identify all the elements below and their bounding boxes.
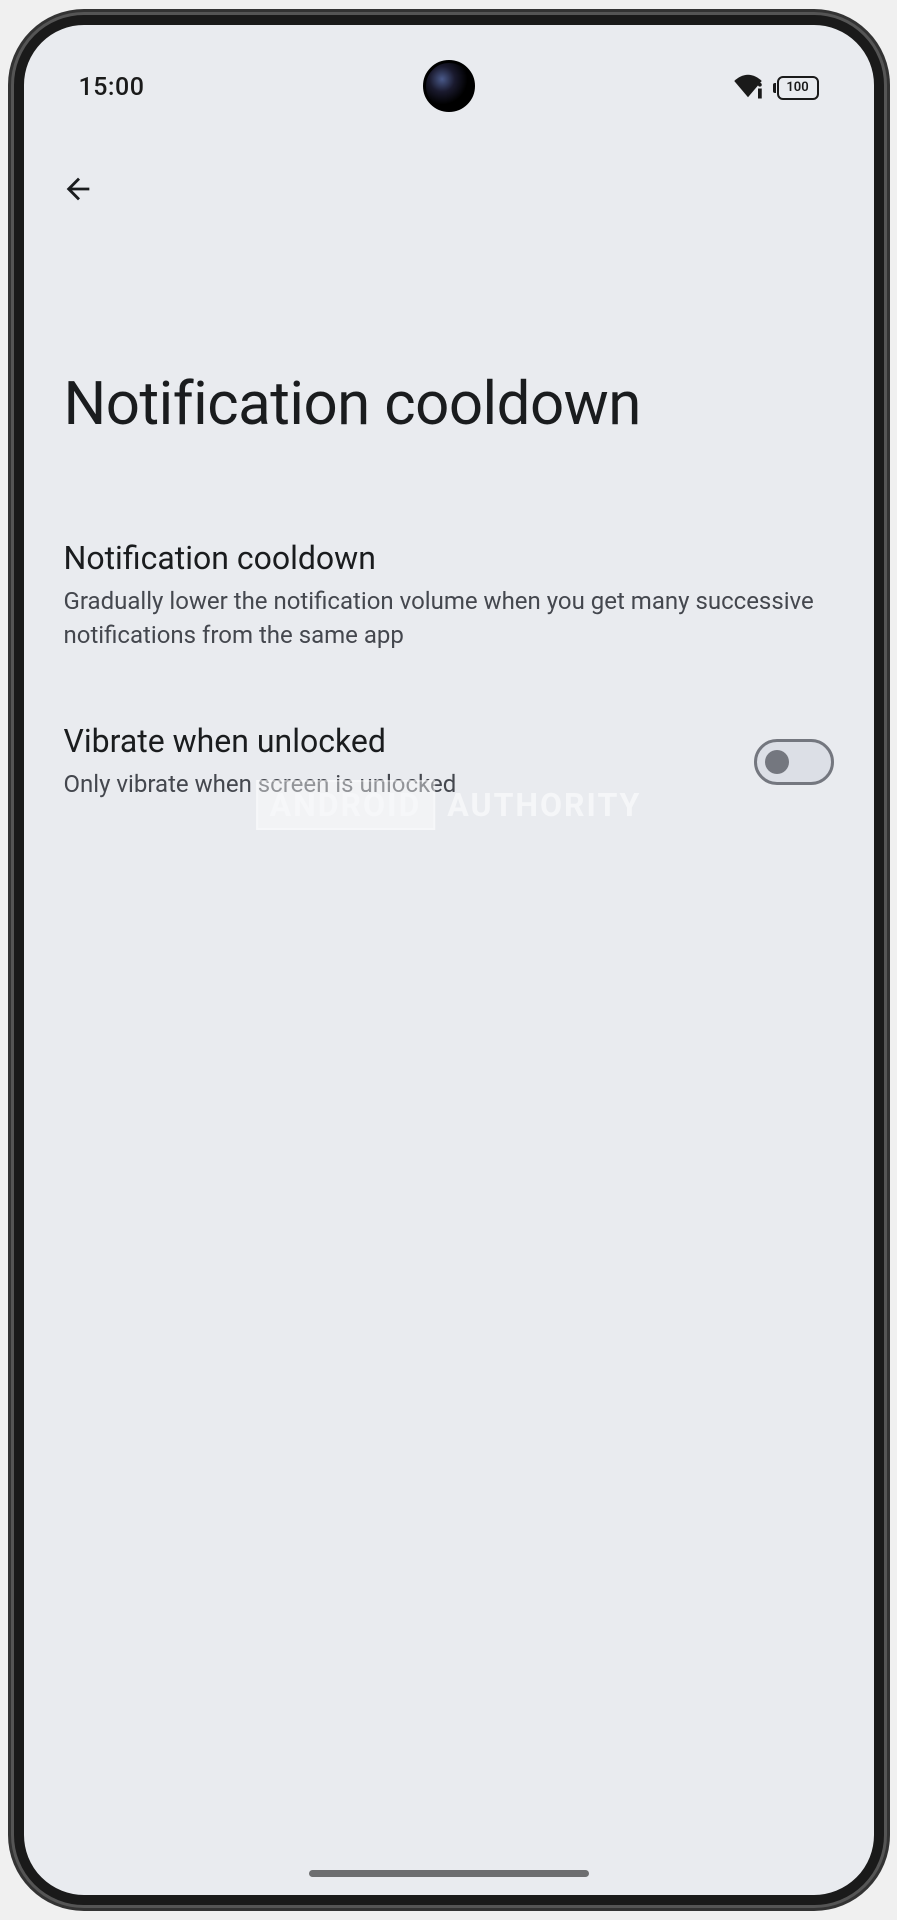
setting-vibrate-unlocked[interactable]: Vibrate when unlocked Only vibrate when …	[64, 722, 834, 872]
battery-level: 100	[777, 76, 819, 100]
arrow-left-icon	[61, 172, 95, 206]
phone-frame: 15:00 100 Notification cooldown	[14, 15, 884, 1905]
toggle-thumb	[765, 750, 789, 774]
status-time: 15:00	[79, 73, 145, 102]
navigation-handle[interactable]	[309, 1870, 589, 1877]
setting-subtitle: Only vibrate when screen is unlocked	[64, 768, 724, 802]
setting-title: Notification cooldown	[64, 539, 834, 577]
setting-title: Vibrate when unlocked	[64, 722, 724, 760]
setting-subtitle: Gradually lower the notification volume …	[64, 585, 834, 652]
camera-cutout	[423, 60, 475, 112]
status-icons: 100	[733, 73, 819, 103]
settings-list: Notification cooldown Gradually lower th…	[24, 439, 874, 872]
setting-notification-cooldown[interactable]: Notification cooldown Gradually lower th…	[64, 539, 834, 722]
battery-icon: 100	[773, 76, 819, 100]
wifi-icon	[733, 73, 763, 103]
back-button[interactable]	[54, 165, 102, 213]
vibrate-toggle[interactable]	[754, 739, 834, 785]
page-title: Notification cooldown	[24, 213, 874, 439]
